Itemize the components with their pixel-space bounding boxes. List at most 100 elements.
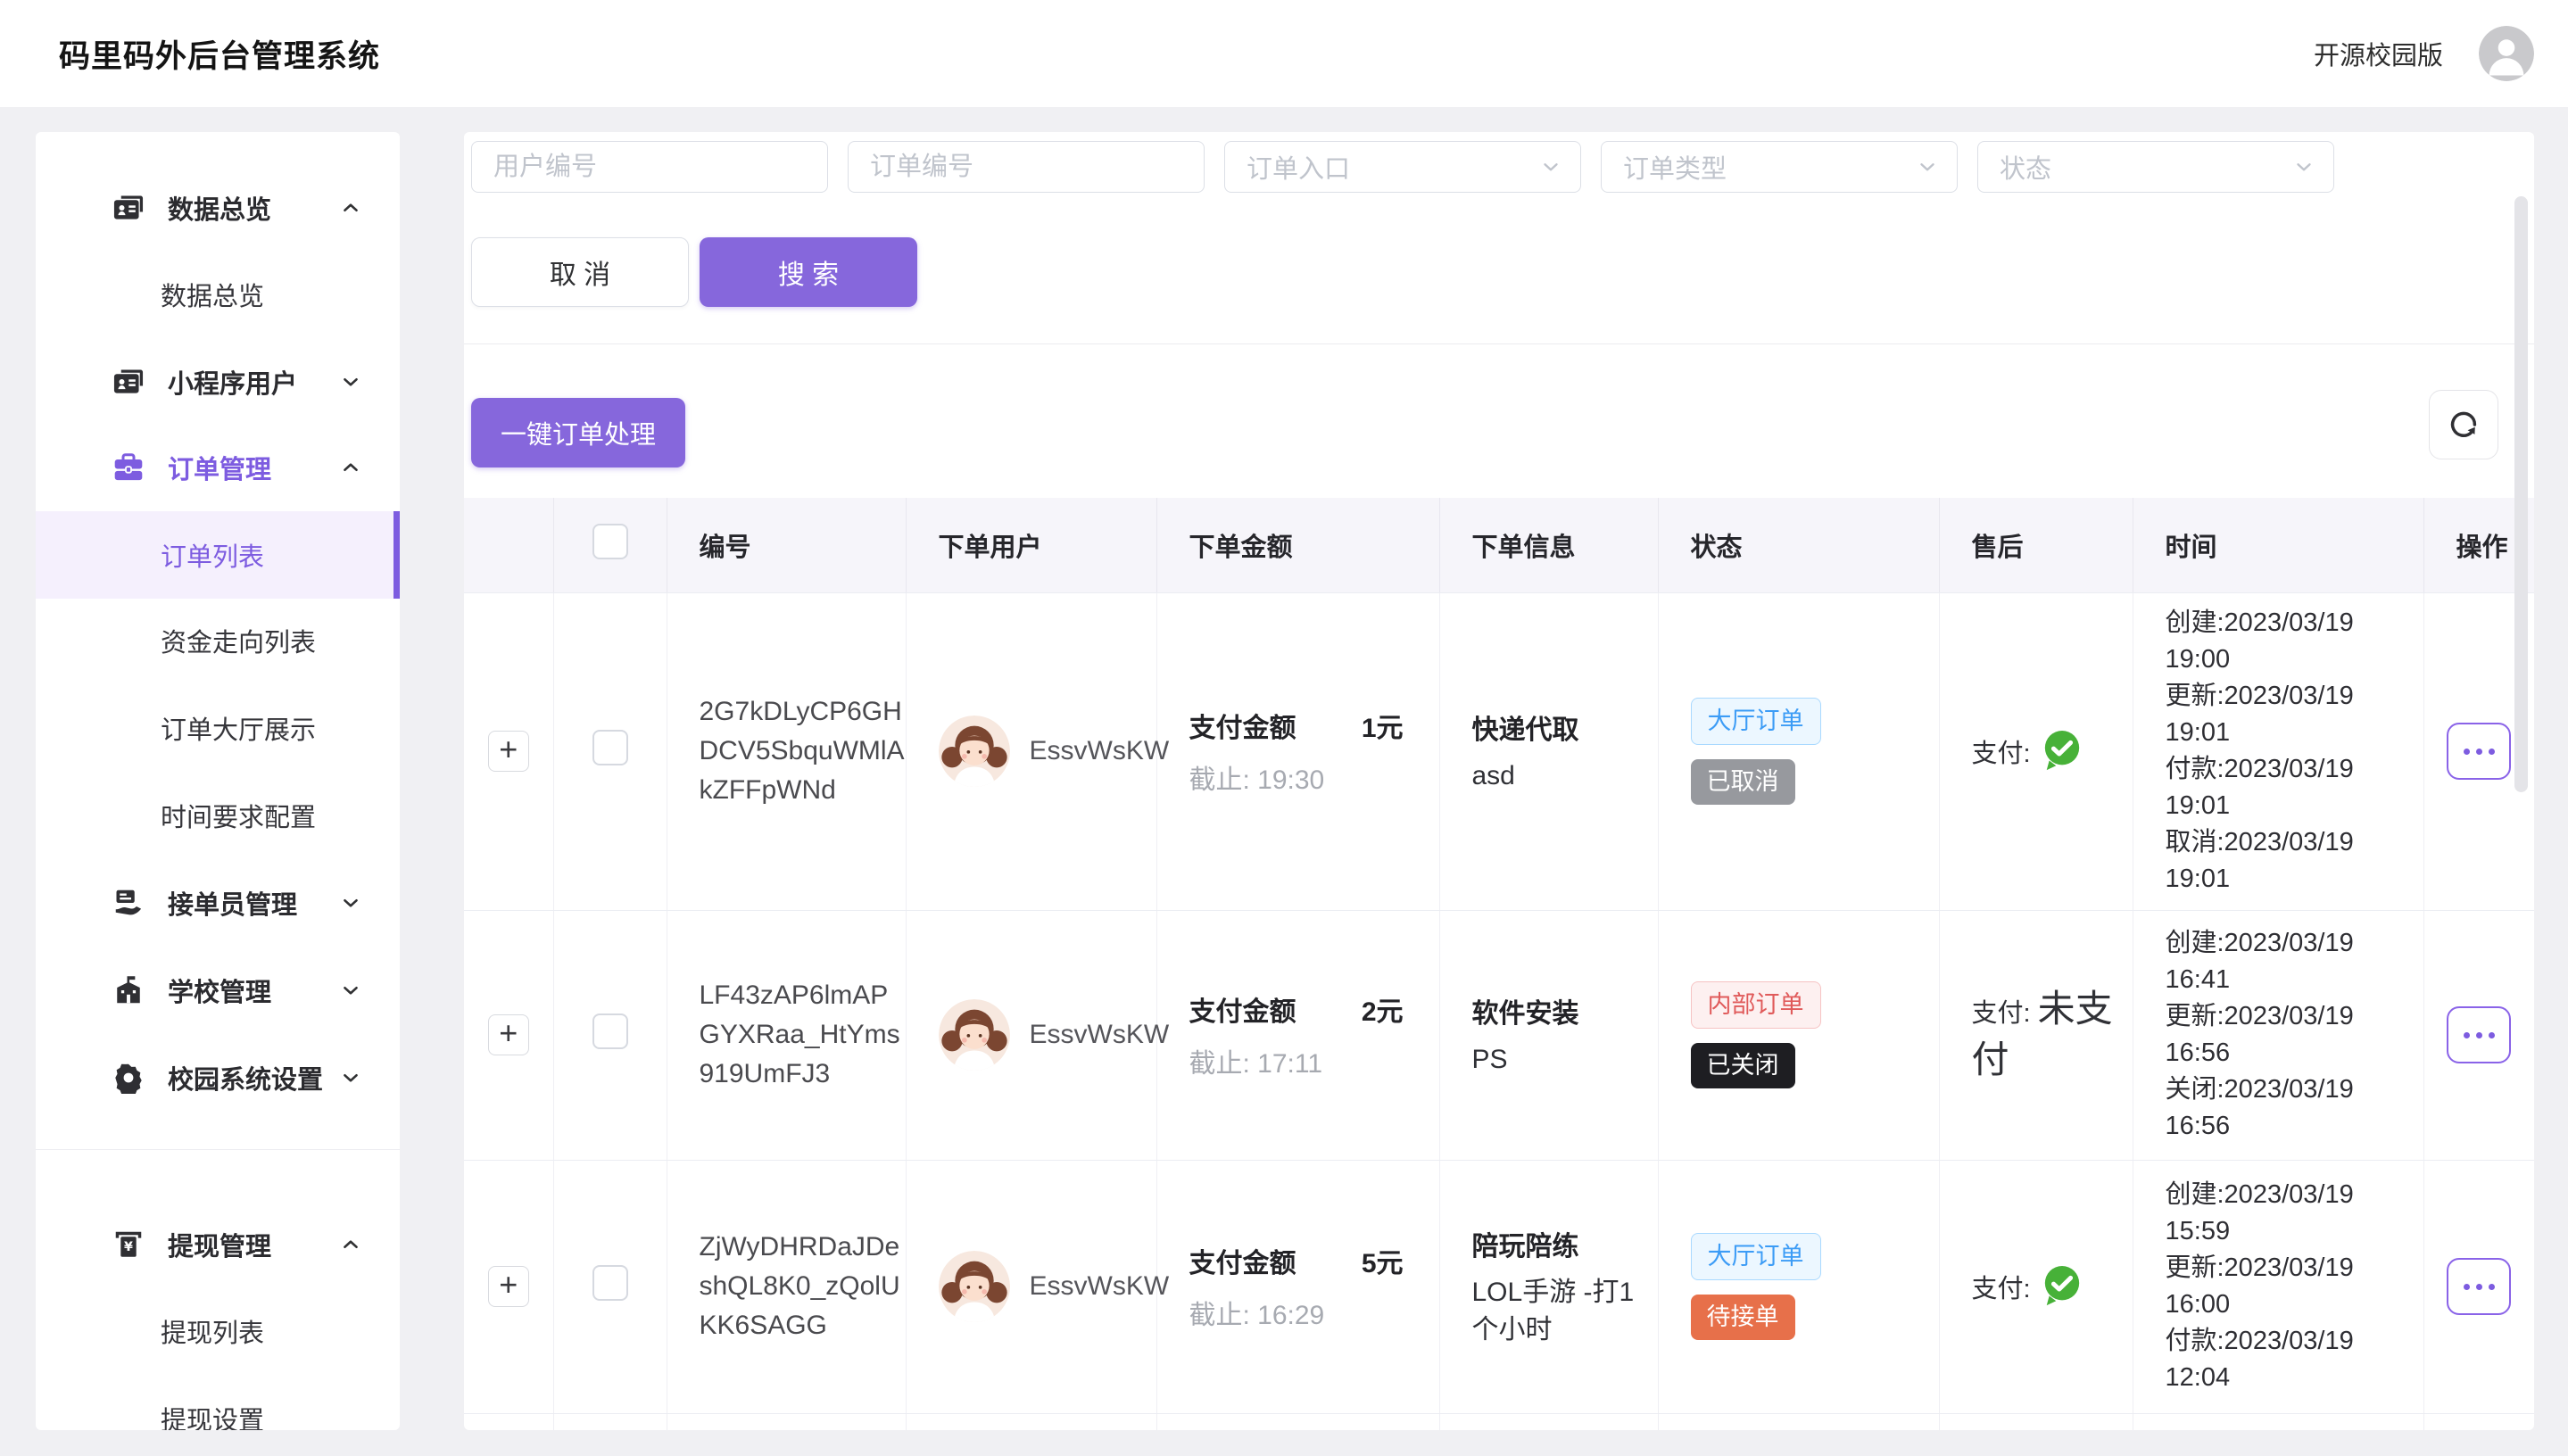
sidebar-item-miniprogram-users[interactable]: 小程序用户 (36, 338, 400, 426)
deadline: 截止: 17:11 (1189, 1041, 1439, 1080)
sidebar-subitem-label: 提现列表 (161, 1287, 264, 1375)
pay-amount-label: 支付金额 (1189, 989, 1296, 1029)
app-header: 码里码外后台管理系统 开源校园版 (0, 0, 2568, 107)
search-button[interactable]: 搜 索 (700, 237, 917, 307)
table-row: + ZjWyDHRDaJDeshQL8K0_zQolUKK6SAGG (464, 1160, 2534, 1413)
status-badge: 已取消 (1691, 759, 1795, 805)
order-info-desc: PS (1472, 1041, 1655, 1079)
sidebar-item-withdrawal-management[interactable]: ¥ 提现管理 (36, 1201, 400, 1288)
school-icon (112, 974, 145, 1006)
select-placeholder: 订单类型 (1623, 148, 1727, 186)
chevron-up-icon (339, 456, 362, 479)
order-info-title: 软件安装 (1472, 991, 1658, 1030)
user-avatar[interactable] (2479, 26, 2534, 81)
user-id-input[interactable] (471, 141, 828, 193)
main-content: 订单入口 订单类型 状态 取 消 搜 索 一键订单处理 (464, 132, 2534, 1430)
chevron-up-icon (339, 1233, 362, 1256)
sidebar-item-order-management[interactable]: 订单管理 (36, 424, 400, 511)
chevron-down-icon (339, 891, 362, 914)
sidebar-item-label: 接单员管理 (168, 859, 297, 947)
row-checkbox[interactable] (592, 1265, 628, 1301)
order-type-select[interactable]: 订单类型 (1601, 141, 1958, 193)
avatar (939, 716, 1010, 787)
expand-row-button[interactable]: + (488, 1014, 529, 1055)
chevron-down-icon (339, 370, 362, 393)
order-info-title: 快递代取 (1472, 707, 1658, 747)
row-actions-button[interactable] (2447, 723, 2511, 780)
chevron-down-icon (1916, 155, 1939, 178)
status-badge: 待接单 (1691, 1295, 1795, 1340)
chevron-down-icon (2292, 155, 2315, 178)
row-checkbox[interactable] (592, 1013, 628, 1049)
sidebar-item-campus-system-settings[interactable]: 校园系统设置 (36, 1034, 400, 1121)
status-badge: 大厅订单 (1691, 698, 1821, 745)
row-actions-button[interactable] (2447, 1006, 2511, 1063)
column-header-info: 下单信息 (1439, 498, 1658, 592)
chevron-down-icon (339, 979, 362, 1002)
sidebar-subitem-label: 数据总览 (161, 251, 264, 338)
order-id: 2G7kDLyCP6GHDCV5SbquWMlAkZFFpWNd (700, 692, 907, 810)
scrollbar-thumb[interactable] (2514, 196, 2528, 792)
batch-process-button[interactable]: 一键订单处理 (471, 398, 685, 467)
sidebar-subitem-fund-flow-list[interactable]: 资金走向列表 (36, 597, 400, 684)
refresh-button[interactable] (2429, 390, 2498, 459)
person-icon (2479, 26, 2534, 81)
sidebar-subitem-data-overview[interactable]: 数据总览 (36, 251, 400, 338)
sidebar-item-label: 提现管理 (168, 1201, 271, 1288)
sidebar-subitem-label: 订单列表 (161, 511, 264, 599)
status-badge: 内部订单 (1691, 981, 1821, 1029)
edition-label: 开源校园版 (2314, 35, 2443, 72)
cancel-button[interactable]: 取 消 (471, 237, 689, 307)
sidebar-item-data-overview[interactable]: 数据总览 (36, 164, 400, 252)
id-card-icon (112, 366, 145, 398)
user-name: EssvWsKW (1030, 1020, 1170, 1050)
column-header-aftersale: 售后 (1939, 498, 2133, 592)
chevron-down-icon (339, 1066, 362, 1089)
select-all-checkbox[interactable] (592, 524, 628, 559)
svg-text:¥: ¥ (124, 1240, 133, 1254)
sidebar-subitem-withdrawal-list[interactable]: 提现列表 (36, 1287, 400, 1375)
status-select[interactable]: 状态 (1977, 141, 2334, 193)
user-name: EssvWsKW (1030, 1271, 1170, 1302)
header-right: 开源校园版 (2314, 0, 2534, 107)
order-id-input[interactable] (848, 141, 1205, 193)
status-badge: 大厅订单 (1691, 1233, 1821, 1280)
refresh-icon (2445, 406, 2482, 443)
deadline: 截止: 16:29 (1189, 1293, 1439, 1332)
sidebar-subitem-time-requirement-config[interactable]: 时间要求配置 (36, 772, 400, 859)
row-checkbox[interactable] (592, 730, 628, 765)
sidebar-subitem-label: 资金走向列表 (161, 597, 316, 684)
user-name: EssvWsKW (1030, 736, 1170, 766)
select-placeholder: 订单入口 (1247, 148, 1350, 186)
sidebar-divider (36, 1149, 400, 1150)
deadline: 截止: 19:30 (1189, 757, 1439, 797)
sidebar-subitem-label: 提现设置 (161, 1375, 264, 1430)
aftersale-cell: 支付: (1972, 1264, 2133, 1309)
expand-row-button[interactable]: + (488, 731, 529, 772)
sidebar-item-order-taker-management[interactable]: 接单员管理 (36, 859, 400, 947)
order-info-desc: LOL手游 -打1个小时 (1472, 1274, 1655, 1349)
order-info-desc: asd (1472, 757, 1655, 795)
app-title: 码里码外后台管理系统 (59, 0, 380, 107)
order-info-title: 陪玩陪练 (1472, 1224, 1658, 1263)
sidebar-subitem-withdrawal-settings[interactable]: 提现设置 (36, 1375, 400, 1430)
pay-amount-value: 5元 (1362, 1241, 1404, 1280)
expand-row-button[interactable]: + (488, 1266, 529, 1307)
sidebar-subitem-order-hall-display[interactable]: 订单大厅展示 (36, 684, 400, 772)
row-actions-button[interactable] (2447, 1258, 2511, 1315)
table-header-row: 编号 下单用户 下单金额 下单信息 状态 售后 时间 操作 (464, 498, 2534, 592)
expand-column-header (464, 498, 553, 592)
section-divider (464, 343, 2534, 344)
status-badge: 已关闭 (1691, 1043, 1795, 1088)
paid-label: 支付: (1972, 1268, 2031, 1305)
order-entry-select[interactable]: 订单入口 (1224, 141, 1581, 193)
sidebar-subitem-order-list[interactable]: 订单列表 (36, 511, 400, 599)
paid-label: 支付: (1972, 732, 2031, 770)
avatar (939, 1251, 1010, 1322)
id-card-icon (112, 192, 145, 224)
chevron-up-icon (339, 196, 362, 219)
paid-check-icon (2042, 729, 2083, 774)
briefcase-icon (112, 451, 145, 484)
sidebar-item-school-management[interactable]: 学校管理 (36, 947, 400, 1034)
sidebar: 数据总览 数据总览 小程序用户 订单管理 订单列表 资金走向列表 订单大厅展示 (36, 132, 400, 1430)
